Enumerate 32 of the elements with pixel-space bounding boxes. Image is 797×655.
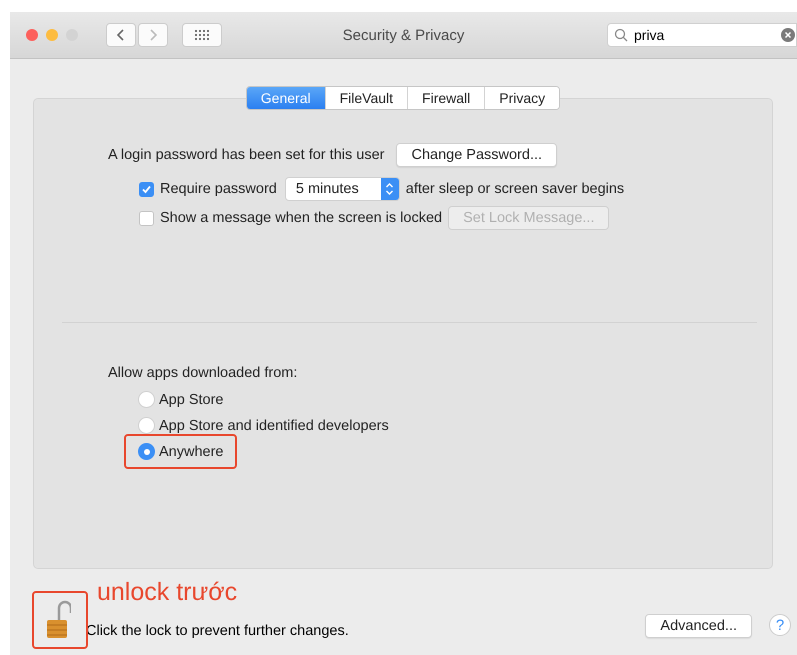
grid-icon xyxy=(194,29,210,41)
radio-label: App Store and identified developers xyxy=(159,418,389,434)
chevron-right-icon xyxy=(148,28,158,42)
delay-dropdown[interactable]: 5 minutes xyxy=(284,177,400,201)
annotation-text: unlock trước xyxy=(97,578,238,607)
change-password-button[interactable]: Change Password... xyxy=(396,143,558,167)
back-button[interactable] xyxy=(106,23,136,47)
login-password-label: A login password has been set for this user xyxy=(108,147,384,163)
search-field[interactable]: priva xyxy=(607,23,797,47)
chevron-left-icon xyxy=(116,28,126,42)
clear-icon[interactable] xyxy=(781,28,795,42)
radio-button[interactable] xyxy=(138,443,155,460)
radio-button[interactable] xyxy=(138,391,155,408)
show-all-button[interactable] xyxy=(182,23,222,47)
lock-message-label: Show a message when the screen is locked xyxy=(160,210,442,226)
window-title: Security & Privacy xyxy=(342,26,464,44)
require-password-label: Require password xyxy=(160,181,277,197)
checkbox[interactable] xyxy=(139,210,154,226)
lock-icon[interactable] xyxy=(45,599,71,639)
allow-apps-label: Allow apps downloaded from: xyxy=(108,365,298,381)
search-icon xyxy=(614,28,628,42)
tab[interactable]: Privacy xyxy=(484,87,560,109)
checkbox[interactable] xyxy=(139,182,154,196)
stepper-icon xyxy=(385,182,394,196)
minimize-button[interactable] xyxy=(46,29,58,41)
checkmark-icon xyxy=(141,184,152,194)
advanced-button[interactable]: Advanced... xyxy=(645,614,752,638)
sleep-label: after sleep or screen saver begins xyxy=(406,181,624,197)
close-button[interactable] xyxy=(26,29,38,41)
radio-label: Anywhere xyxy=(159,444,224,460)
radio-label: App Store xyxy=(159,392,224,408)
radio-button[interactable] xyxy=(138,417,155,434)
